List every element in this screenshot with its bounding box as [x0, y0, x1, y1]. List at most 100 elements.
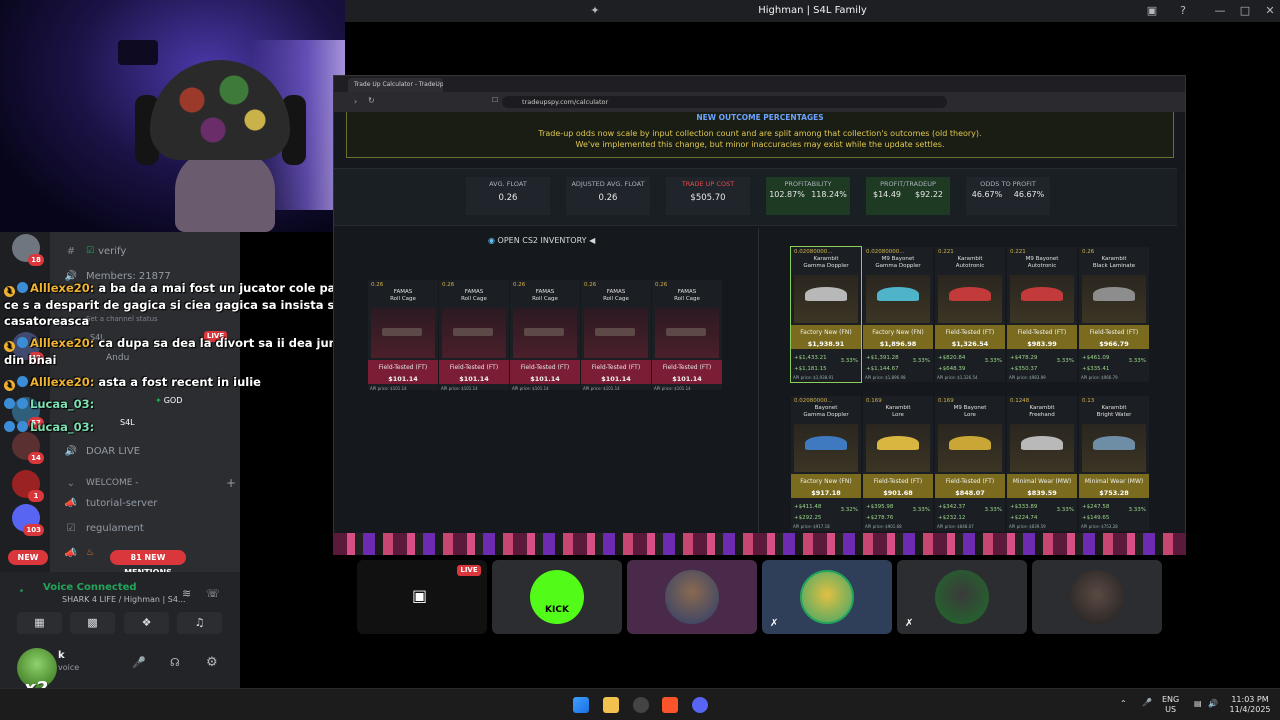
input-skin-card[interactable]: 0.26 FAMAS Roll Cage Field-Tested (FT) $… [510, 280, 580, 391]
microphone-icon[interactable]: 🎤 [1142, 698, 1152, 708]
browser-address-bar: › ↻ ☐ tradeupspy.com/calculator [334, 92, 1185, 112]
chevron-up-icon[interactable]: ⌃ [1120, 699, 1127, 709]
odds: 3.33% [984, 358, 1002, 364]
brave-browser-icon[interactable] [662, 697, 678, 713]
voice-user-tile[interactable] [1032, 560, 1162, 634]
outcome-card[interactable]: 0.02080000... M9 Bayonet Gamma Doppler F… [863, 247, 933, 382]
help-icon[interactable]: ? [1176, 4, 1190, 18]
input-skin-card[interactable]: 0.26 FAMAS Roll Cage Field-Tested (FT) $… [581, 280, 651, 391]
channel-label: regulament [86, 522, 144, 534]
streamer-face [175, 150, 275, 232]
volume-icon[interactable]: 🔊 [1208, 699, 1218, 709]
outcome-card[interactable]: 0.221 M9 Bayonet Autotronic Field-Tested… [1007, 247, 1077, 382]
channel-tutorial-server[interactable]: 📣 tutorial-server [62, 494, 158, 512]
gem-badge-icon [4, 421, 15, 432]
profit-value: +$224.74 [1010, 515, 1038, 521]
outcome-card[interactable]: 0.02080000... Bayonet Gamma Doppler Fact… [791, 396, 861, 531]
weapon-name: FAMAS [464, 289, 484, 295]
soundboard-button[interactable]: ♫ [177, 612, 222, 634]
float-value: 0.13 [1082, 398, 1095, 404]
voice-user-tile[interactable] [627, 560, 757, 634]
outcome-card[interactable]: 0.169 Karambit Lore Field-Tested (FT) $9… [863, 396, 933, 531]
steam-icon: ◉ [488, 236, 495, 245]
chat-username: Alllexe20: [30, 375, 95, 389]
outcome-card[interactable]: 0.02080000... Karambit Gamma Doppler Fac… [790, 246, 862, 383]
api-price: API price: $839.59 [1009, 524, 1046, 529]
browser-tab[interactable]: Trade Up Calculator - TradeUp... [348, 78, 443, 92]
price: $1,326.54 [951, 340, 989, 348]
start-icon[interactable] [573, 697, 589, 713]
voice-channel-name[interactable]: SHARK 4 LIFE / Highman | S4... [62, 595, 186, 604]
voice-user-tile[interactable]: ✗ [897, 560, 1027, 634]
clock[interactable]: 11:03 PM 11/4/2025 [1228, 695, 1272, 715]
minimize-icon[interactable]: — [1213, 4, 1227, 18]
user-avatar [1070, 570, 1124, 624]
camera-button[interactable]: ▦ [17, 612, 62, 634]
server-icon[interactable]: 14 [12, 432, 44, 464]
knife-icon [1021, 436, 1063, 450]
mute-mic-icon[interactable]: 🎤 [132, 656, 146, 669]
knife-icon [1021, 287, 1063, 301]
open-inventory-button[interactable]: ◉ OPEN CS2 INVENTORY ◀ [488, 236, 595, 245]
new-mentions-pill[interactable]: 81 NEW MENTIONS [110, 550, 186, 577]
server-icon[interactable]: 103 [12, 504, 44, 536]
outcome-card[interactable]: 0.13 Karambit Bright Water Minimal Wear … [1079, 396, 1149, 531]
activities-button[interactable]: ❖ [124, 612, 169, 634]
muted-icon: ✗ [770, 618, 779, 629]
noise-suppression-icon[interactable]: ≋ [182, 587, 191, 600]
voice-user-tile[interactable]: ✗ [762, 560, 892, 634]
app-icon[interactable] [633, 697, 649, 713]
new-servers-pill[interactable]: NEW [8, 550, 48, 565]
condition: Minimal Wear (MW) [1012, 478, 1072, 485]
forward-icon[interactable]: › [354, 97, 357, 106]
input-skin-card[interactable]: 0.26 FAMAS Roll Cage Field-Tested (FT) $… [652, 280, 722, 391]
outcome-card[interactable]: 0.169 M9 Bayonet Lore Field-Tested (FT) … [935, 396, 1005, 531]
channel-regulament[interactable]: ☑ regulament [62, 519, 144, 537]
channel-fire[interactable]: 📣 ♨ [62, 544, 98, 562]
banner-line: Trade-up odds now scale by input collect… [538, 129, 982, 138]
input-skin-card[interactable]: 0.26 FAMAS Roll Cage Field-Tested (FT) $… [439, 280, 509, 391]
api-price: API price: $1,326.54 [937, 375, 978, 380]
server-icon-suits[interactable]: 1 [12, 470, 44, 502]
channel-verify[interactable]: # ☑ verify [62, 242, 127, 260]
add-channel-icon[interactable]: + [226, 476, 236, 490]
close-icon[interactable]: ✕ [1263, 4, 1277, 18]
outcome-card[interactable]: 0.26 Karambit Black Laminate Field-Teste… [1079, 247, 1149, 382]
chat-text: asta a fost recent in iulie [98, 375, 261, 389]
discord-icon[interactable] [692, 697, 708, 713]
disconnect-icon[interactable]: ☏ [206, 587, 220, 600]
outcome-card[interactable]: 0.1248 Karambit Freehand Minimal Wear (M… [1007, 396, 1077, 531]
inbox-icon[interactable]: ▣ [1145, 4, 1159, 18]
famas-icon [524, 328, 564, 336]
skin-name: Freehand [1029, 412, 1055, 418]
screen-share-button[interactable]: ▩ [70, 612, 115, 634]
input-skin-card[interactable]: 0.26 FAMAS Roll Cage Field-Tested (FT) $… [368, 280, 438, 391]
api-price: API price: $848.07 [937, 524, 974, 529]
settings-gear-icon[interactable]: ⚙ [206, 655, 218, 670]
server-icon[interactable]: 18 [12, 234, 44, 266]
chat-message: 1 Alllexe20: a ba da a mai fost un jucato… [4, 280, 366, 329]
file-explorer-icon[interactable] [603, 697, 619, 713]
gem-badge-icon [4, 398, 15, 409]
url-field[interactable]: tradeupspy.com/calculator [502, 96, 947, 108]
chat-message: 1 Alllexe20: ca dupa sa dea la divort sa … [4, 335, 366, 368]
float-value: 0.26 [655, 282, 668, 288]
voice-user-tile[interactable]: KICK [492, 560, 622, 634]
bookmark-icon[interactable]: ☐ [492, 96, 498, 104]
category-welcome[interactable]: ⌄ WELCOME - + [62, 474, 236, 492]
stat-adjusted-float: ADJUSTED AVG. FLOAT 0.26 [566, 177, 650, 215]
reload-icon[interactable]: ↻ [368, 96, 375, 105]
outcome-card[interactable]: 0.221 Karambit Autotronic Field-Tested (… [935, 247, 1005, 382]
headphones-icon[interactable]: ☊ [170, 656, 180, 669]
stat-profit: PROFIT/TRADEUP $14.49 $92.22 [866, 177, 950, 215]
maximize-icon[interactable]: □ [1238, 4, 1252, 18]
stream-tile[interactable]: ▣ LIVE [357, 560, 487, 634]
network-icon[interactable]: ▤ [1194, 699, 1202, 709]
language-indicator[interactable]: ENG US [1162, 695, 1179, 715]
gem-badge-icon [17, 337, 28, 348]
window-title: Highman | S4L Family [758, 5, 867, 16]
skin-name: Gamma Doppler [803, 412, 849, 418]
api-price: API price: $917.18 [793, 524, 830, 529]
channel-doar-live[interactable]: 🔊 DOAR LIVE [62, 442, 140, 460]
time-label: 11:03 PM [1231, 695, 1269, 704]
